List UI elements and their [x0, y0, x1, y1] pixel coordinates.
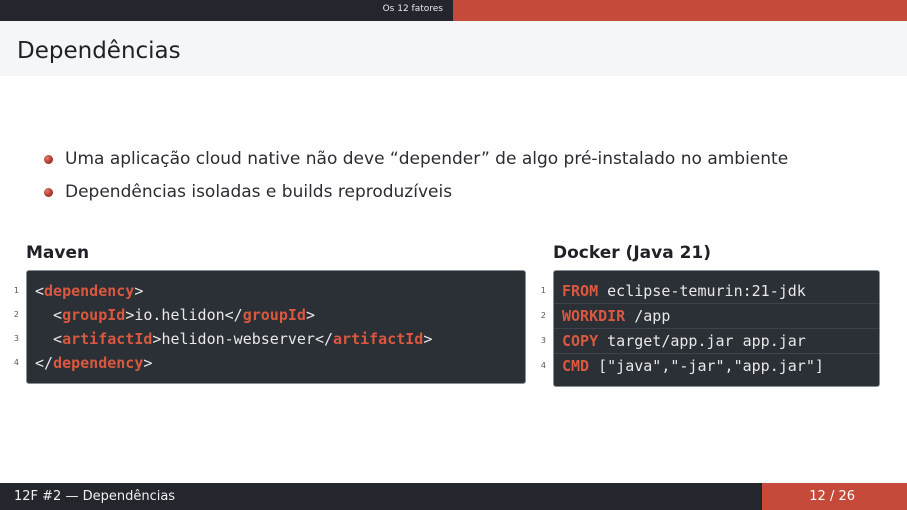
docker-heading: Docker (Java 21) — [553, 243, 712, 263]
code-line: 3 <artifactId>helidon-webserver</artifac… — [14, 327, 525, 351]
page-counter: 12 / 26 — [762, 483, 907, 510]
code-value: ["java","-jar","app.jar"] — [589, 357, 824, 375]
code-line: 2 <groupId>io.helidon</groupId> — [14, 303, 525, 327]
code-tag: dependency — [53, 354, 144, 372]
code-punct: </ — [35, 354, 54, 372]
code-punct: < — [35, 306, 63, 324]
code-line: 3 COPY target/app.jar app.jar — [541, 329, 879, 354]
code-value: target/app.jar app.jar — [598, 332, 806, 350]
code-punct: < — [35, 282, 45, 300]
code-keyword: CMD — [562, 357, 590, 375]
bullet-icon — [44, 155, 53, 164]
code-line: 2 WORKDIR /app — [541, 304, 879, 329]
line-number: 1 — [13, 286, 19, 295]
code-line: 4 CMD ["java","-jar","app.jar"] — [541, 354, 879, 378]
code-value: eclipse-temurin:21-jdk — [598, 282, 806, 300]
code-tag: dependency — [44, 282, 135, 300]
code-value: /app — [625, 307, 671, 325]
line-number: 2 — [540, 311, 546, 320]
docker-block: Docker (Java 21) 1 FROM eclipse-temurin:2… — [541, 240, 880, 387]
line-number: 4 — [540, 361, 546, 370]
code-punct: </ — [224, 306, 243, 324]
bullet-text: Dependências isoladas e builds reproduzí… — [65, 182, 453, 202]
docker-code: 1 FROM eclipse-temurin:21-jdk 2 WORKDIR /a… — [541, 270, 880, 387]
maven-block: Maven 1 <dependency> 2 <groupId>io.helido… — [14, 240, 526, 384]
code-punct: > — [423, 330, 433, 348]
top-bar-section: Os 12 fatores — [0, 0, 453, 21]
title-bar: Dependências — [0, 21, 907, 76]
code-keyword: FROM — [562, 282, 599, 300]
line-number: 4 — [13, 358, 19, 367]
code-line: 4 </dependency> — [14, 351, 525, 375]
code-tag: artifactId — [333, 330, 424, 348]
footer-title: 12F #2 — Dependências — [0, 483, 762, 510]
code-keyword: COPY — [562, 332, 599, 350]
top-bar-accent — [453, 0, 907, 21]
code-tag: artifactId — [62, 330, 153, 348]
section-label: Os 12 fatores — [382, 4, 443, 14]
bullet-icon — [44, 188, 53, 197]
code-punct: > — [125, 306, 135, 324]
code-line: 1 FROM eclipse-temurin:21-jdk — [541, 279, 879, 304]
footer-bar: 12F #2 — Dependências 12 / 26 — [0, 483, 907, 510]
bullet-item: Dependências isoladas e builds reproduzí… — [44, 179, 788, 212]
code-punct: </ — [314, 330, 334, 348]
line-number: 3 — [13, 334, 19, 343]
bullet-text: Uma aplicação cloud native não deve “dep… — [65, 149, 789, 169]
code-punct: > — [143, 354, 153, 372]
code-tag: groupId — [62, 306, 126, 324]
code-line: 1 <dependency> — [14, 279, 525, 303]
code-value: io.helidon — [134, 306, 225, 324]
bullet-list: Uma aplicação cloud native não deve “dep… — [44, 146, 788, 212]
code-punct: < — [35, 330, 63, 348]
bullet-item: Uma aplicação cloud native não deve “dep… — [44, 146, 788, 179]
line-number: 1 — [540, 286, 546, 295]
code-keyword: WORKDIR — [562, 307, 626, 325]
line-number: 2 — [13, 310, 19, 319]
code-punct: > — [134, 282, 144, 300]
maven-heading: Maven — [26, 243, 90, 263]
top-bar: Os 12 fatores — [0, 0, 907, 21]
line-number: 3 — [540, 336, 546, 345]
code-punct: > — [305, 306, 315, 324]
code-tag: groupId — [242, 306, 306, 324]
maven-code: 1 <dependency> 2 <groupId>io.helidon</gro… — [14, 270, 526, 384]
slide-title: Dependências — [17, 38, 181, 64]
code-value: helidon-webserver — [161, 330, 315, 348]
